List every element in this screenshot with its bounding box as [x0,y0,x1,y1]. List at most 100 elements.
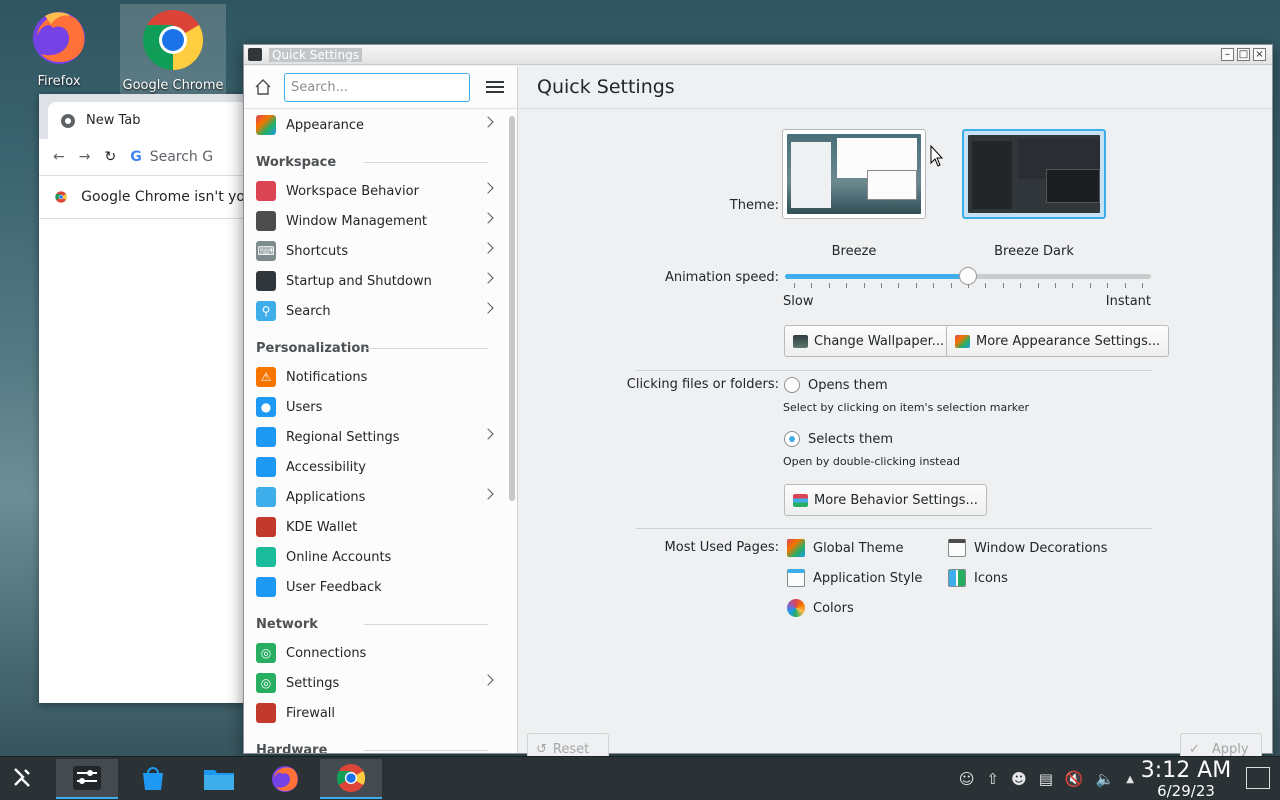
applications-icon [256,487,276,507]
more-behavior-settings-button[interactable]: More Behavior Settings... [784,484,987,516]
sidebar-item-label: Search [286,303,331,319]
globe-icon: ◎ [256,643,276,663]
theme-breeze-caption: Breeze [831,244,877,259]
forward-icon[interactable]: → [79,149,91,165]
tray-expand-icon[interactable]: ▲ [1126,774,1134,785]
sidebar-item[interactable]: ● Users [244,392,506,422]
sidebar-item[interactable]: ◎ Settings [244,668,506,698]
slider-handle[interactable] [959,267,977,285]
hamburger-menu-icon[interactable] [486,80,504,94]
most-used-icons[interactable]: Icons [948,569,1008,587]
slider-tick [1020,283,1022,288]
chrome-tab-new-tab[interactable]: New Tab [48,102,248,139]
taskbar-google-chrome[interactable] [320,758,382,799]
sidebar-item[interactable]: Regional Settings [244,422,506,452]
opens-them-radio[interactable]: Opens them [784,377,888,393]
sidebar-item[interactable]: Online Accounts [244,542,506,572]
check-icon: ✓ [1189,741,1200,757]
back-icon[interactable]: ← [53,149,65,165]
sidebar-item[interactable]: User Feedback [244,572,506,602]
change-wallpaper-button[interactable]: Change Wallpaper... [784,325,954,357]
chevron-right-icon [482,182,494,194]
radio-opens-them[interactable] [784,377,800,393]
theme-breeze[interactable] [782,129,926,219]
chevron-right-icon [482,212,494,224]
chrome-omnibox[interactable]: Search G [150,149,213,165]
desktop-icon-google-chrome[interactable]: Google Chrome [120,4,226,94]
theme-breeze-dark-caption: Breeze Dark [994,244,1074,259]
quick-settings-window[interactable]: Quick Settings – □ × Appearance Workspac… [243,44,1273,765]
apply-label: Apply [1211,741,1249,757]
show-desktop-icon[interactable] [1246,767,1270,789]
sidebar-item[interactable]: Accessibility [244,452,506,482]
sidebar-item[interactable]: ⚠ Notifications [244,362,506,392]
user-icon[interactable]: ☺ [959,770,975,788]
desktop-icon-firefox[interactable]: Firefox [6,4,112,94]
most-used-colors[interactable]: Colors [787,599,854,617]
minimize-icon[interactable]: – [1221,48,1234,61]
chevron-right-icon [482,242,494,254]
sidebar-item-label: User Feedback [286,579,382,595]
close-icon[interactable]: × [1253,48,1266,61]
app-menu-icon[interactable] [248,48,262,61]
reload-icon[interactable]: ↻ [104,149,116,165]
chevron-right-icon [482,116,494,128]
sidebar-item[interactable]: Workspace Behavior [244,176,506,206]
animation-speed-slider[interactable] [785,267,1151,291]
search-icon: ⚲ [256,301,276,321]
sidebar-item[interactable]: Applications [244,482,506,512]
chrome-tabbar: New Tab [39,94,248,139]
most-used-label-text: Global Theme [813,540,904,556]
sidebar-item[interactable]: ⚲ Search [244,296,506,326]
taskbar-firefox[interactable] [254,759,316,799]
sidebar-section-header: Network [244,602,506,638]
taskbar-dolphin[interactable] [188,759,250,799]
sidebar-item[interactable]: Firewall [244,698,506,728]
sidebar-scrollbar[interactable] [509,116,515,501]
sidebar-item-label: Firewall [286,705,336,721]
kde-connect-icon[interactable]: ☻ [1011,770,1027,788]
volume-icon[interactable]: 🔈 [1096,770,1115,788]
wallpaper-icon [793,334,808,348]
icons-icon [948,569,966,587]
sidebar-item-label: Online Accounts [286,549,392,565]
sidebar-item[interactable]: Window Management [244,206,506,236]
sidebar-item[interactable]: ⌨ Shortcuts [244,236,506,266]
desktop-icon-label: Firefox [37,74,81,89]
window-titlebar[interactable]: Quick Settings – □ × [244,45,1272,65]
sidebar-item-appearance[interactable]: Appearance [244,110,506,140]
google-g-icon: G [130,149,142,165]
most-used-label-text: Application Style [813,570,923,586]
firefox-icon [272,765,298,792]
search-input[interactable] [284,72,470,102]
updates-icon[interactable]: ⇧ [987,770,1000,788]
clipboard-icon[interactable]: ▤ [1039,770,1053,788]
sidebar-item-label: Window Management [286,213,428,229]
theme-breeze-dark[interactable] [962,129,1106,219]
slider-tick [863,283,865,288]
most-used-window-decorations[interactable]: Window Decorations [948,539,1108,557]
sidebar-item[interactable]: ◎ Connections [244,638,506,668]
taskbar-system-settings[interactable] [56,758,118,799]
most-used-application-style[interactable]: Application Style [787,569,922,587]
chrome-window[interactable]: New Tab ← → ↻ G Search G Google Chrome i… [39,94,248,703]
reset-label: Reset [552,741,590,757]
digital-clock[interactable]: 3:12 AM 6/29/23 [1136,759,1236,800]
taskbar-discover[interactable] [122,759,184,799]
most-used-global-theme[interactable]: Global Theme [787,539,903,557]
selects-them-radio[interactable]: Selects them [784,431,893,447]
sidebar-item[interactable]: Startup and Shutdown [244,266,506,296]
sidebar-item-label: Settings [286,675,340,691]
sidebar-section-header: Hardware [244,728,506,753]
appearance-icon [955,334,970,348]
more-appearance-settings-button[interactable]: More Appearance Settings... [946,325,1170,357]
muted-microphone-icon[interactable]: 🔇 [1065,770,1084,788]
chevron-right-icon [482,272,494,284]
sidebar-item[interactable]: KDE Wallet [244,512,506,542]
home-icon[interactable] [254,78,272,96]
maximize-icon[interactable]: □ [1237,48,1250,61]
radio-selects-them[interactable] [784,431,800,447]
keyboard-icon: ⌨ [256,241,276,261]
application-launcher[interactable] [0,759,44,799]
workspace-behavior-icon [256,181,276,201]
